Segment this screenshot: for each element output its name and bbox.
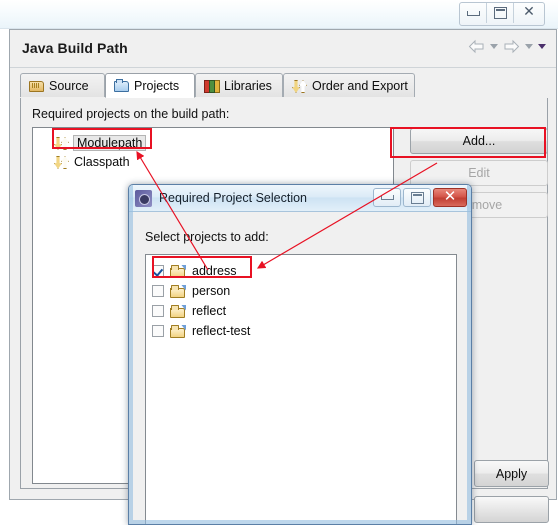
minimize-icon: [466, 10, 480, 16]
forward-dropdown-chevron-down-icon[interactable]: [525, 44, 533, 49]
list-item[interactable]: person: [146, 281, 456, 301]
navigation-toolbar: [468, 39, 546, 54]
project-folder-icon: [170, 284, 186, 298]
dialog-maximize-button[interactable]: [403, 188, 431, 207]
tab-label: Source: [49, 78, 89, 93]
list-item-label: reflect-test: [192, 324, 251, 338]
tree-item-label: Classpath: [74, 154, 130, 169]
tab-projects[interactable]: Projects: [105, 73, 195, 98]
apply-button[interactable]: Apply: [474, 460, 549, 487]
back-arrow-icon[interactable]: [468, 39, 485, 54]
outer-window-controls: ✕: [459, 2, 545, 26]
button-label: Add...: [462, 134, 496, 148]
order-arrows-icon: [292, 79, 307, 92]
projects-folder-icon: [114, 79, 129, 92]
minimize-button[interactable]: [460, 3, 487, 23]
button-label: Apply: [495, 466, 528, 481]
select-projects-label: Select projects to add:: [145, 230, 269, 244]
checkbox[interactable]: [152, 265, 164, 277]
tree-item-label: Modulepath: [73, 134, 147, 151]
order-arrows-icon: [54, 155, 69, 168]
dialog-minimize-button[interactable]: [373, 188, 401, 207]
tab-order-and-export[interactable]: Order and Export: [283, 73, 415, 97]
checkbox[interactable]: [152, 305, 164, 317]
view-menu-chevron-down-icon[interactable]: [538, 44, 546, 49]
close-icon: ✕: [523, 5, 535, 20]
outer-window-titlebar: ✕: [0, 0, 558, 29]
close-button[interactable]: ✕: [514, 3, 544, 23]
gear-icon: [135, 189, 152, 207]
maximize-button[interactable]: [487, 3, 514, 23]
checkbox[interactable]: [152, 285, 164, 297]
project-checkbox-list[interactable]: address person reflect reflect-test: [145, 254, 457, 524]
minimize-icon: [380, 195, 394, 200]
back-dropdown-chevron-down-icon[interactable]: [490, 44, 498, 49]
list-item[interactable]: address: [146, 261, 456, 281]
dialog-titlebar[interactable]: Required Project Selection ✕: [129, 185, 471, 212]
list-item-label: person: [192, 284, 231, 298]
tab-label: Order and Export: [312, 78, 408, 93]
project-folder-icon: [170, 264, 186, 278]
maximize-icon: [410, 191, 424, 204]
tab-label: Libraries: [224, 78, 272, 93]
required-projects-label: Required projects on the build path:: [32, 107, 230, 121]
tab-label: Projects: [134, 78, 180, 93]
list-item[interactable]: reflect-test: [146, 321, 456, 341]
list-item-label: reflect: [192, 304, 227, 318]
edit-button: Edit: [410, 160, 548, 186]
list-item-label: address: [192, 264, 237, 278]
dialog-close-button[interactable]: ✕: [433, 188, 467, 207]
source-folder-icon: [29, 79, 44, 92]
forward-arrow-icon[interactable]: [503, 39, 520, 54]
dialog-body: Select projects to add: address person r…: [133, 212, 467, 524]
order-arrows-icon: [54, 136, 69, 149]
tab-libraries[interactable]: Libraries: [195, 73, 283, 97]
button-label: Edit: [468, 166, 490, 180]
checkbox[interactable]: [152, 325, 164, 337]
libraries-books-icon: [204, 79, 220, 93]
page-title: Java Build Path: [22, 40, 128, 56]
list-item[interactable]: reflect: [146, 301, 456, 321]
required-project-selection-dialog: Required Project Selection ✕ Select proj…: [128, 184, 472, 525]
dialog-window-controls: ✕: [373, 188, 467, 207]
page-header: Java Build Path: [10, 30, 556, 68]
tab-source[interactable]: Source: [20, 73, 105, 97]
dialog-footer-button[interactable]: [474, 496, 549, 523]
tree-item-modulepath[interactable]: Modulepath: [33, 133, 393, 152]
close-icon: ✕: [443, 189, 457, 205]
tree-item-classpath[interactable]: Classpath: [33, 152, 393, 171]
maximize-icon: [493, 7, 507, 19]
project-folder-icon: [170, 304, 186, 318]
tab-bar: Source Projects Libraries Order and Expo…: [20, 73, 548, 98]
project-folder-icon: [170, 324, 186, 338]
dialog-title: Required Project Selection: [159, 191, 307, 205]
add-button[interactable]: Add...: [410, 128, 548, 154]
